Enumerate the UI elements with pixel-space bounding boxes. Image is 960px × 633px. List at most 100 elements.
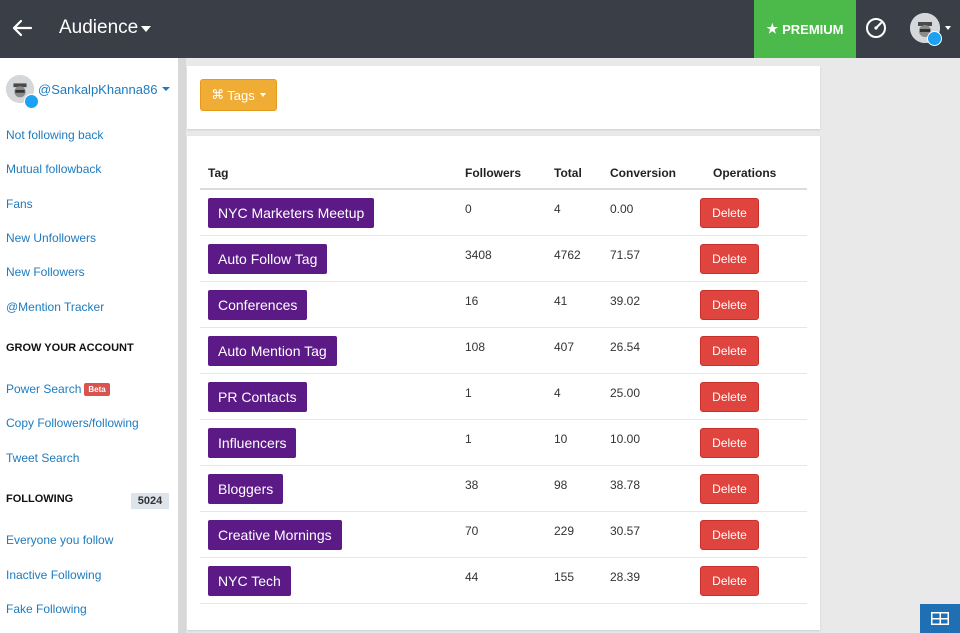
- delete-button[interactable]: Delete: [700, 198, 759, 228]
- back-arrow-icon[interactable]: [10, 14, 34, 42]
- conversion-cell: 0.00: [610, 202, 634, 216]
- tag-chip[interactable]: Auto Mention Tag: [208, 336, 337, 366]
- total-cell: 41: [554, 294, 568, 308]
- sidebar-item-inactive-following[interactable]: Inactive Following: [6, 568, 101, 582]
- tags-dropdown-button[interactable]: ⌘ Tags: [200, 79, 277, 111]
- followers-cell: 70: [465, 524, 479, 538]
- total-cell: 98: [554, 478, 568, 492]
- following-heading: FOLLOWING: [6, 493, 74, 505]
- conversion-cell: 39.02: [610, 294, 641, 308]
- tag-chip[interactable]: Influencers: [208, 428, 297, 458]
- delete-button[interactable]: Delete: [700, 382, 759, 412]
- account-switcher[interactable]: @SankalpKhanna86: [6, 72, 171, 109]
- followers-cell: 1: [465, 432, 472, 446]
- chevron-down-icon[interactable]: [162, 87, 171, 91]
- delete-button[interactable]: Delete: [700, 566, 759, 596]
- tag-chip[interactable]: Bloggers: [208, 474, 284, 504]
- tag-chip[interactable]: NYC Tech: [208, 566, 291, 596]
- tag-chip[interactable]: Auto Follow Tag: [208, 244, 328, 274]
- sidebar-scrollbar[interactable]: [178, 58, 186, 633]
- account-avatar[interactable]: [910, 13, 942, 46]
- speedometer-icon[interactable]: [864, 16, 888, 40]
- top-bar: Audience ★ PREMIUM: [0, 0, 960, 58]
- total-cell: 10: [554, 432, 568, 446]
- grow-account-heading: GROW YOUR ACCOUNT: [6, 342, 134, 354]
- column-header-followers: Followers: [465, 166, 522, 180]
- tag-chip[interactable]: NYC Marketers Meetup: [208, 198, 375, 228]
- total-cell: 4762: [554, 248, 581, 262]
- column-header-total: Total: [554, 166, 582, 180]
- chevron-down-icon[interactable]: [141, 26, 151, 32]
- conversion-cell: 30.57: [610, 524, 641, 538]
- delete-button[interactable]: Delete: [700, 520, 759, 550]
- star-icon: ★: [766, 21, 779, 36]
- tag-chip[interactable]: Conferences: [208, 290, 308, 320]
- tags-table: Tag Followers Total Conversion Operation…: [187, 136, 820, 630]
- table-row: Creative Mornings 70 229 30.57 Delete: [200, 512, 807, 558]
- tag-chip[interactable]: Creative Mornings: [208, 520, 342, 550]
- sidebar-item-everyone-you-follow[interactable]: Everyone you follow: [6, 533, 113, 547]
- twitter-icon: [24, 94, 39, 109]
- sidebar-item-label: Power Search: [6, 382, 82, 396]
- column-header-tag: Tag: [208, 166, 229, 180]
- sidebar-item-tweet-search[interactable]: Tweet Search: [6, 451, 79, 465]
- followers-cell: 1: [465, 386, 472, 400]
- followers-cell: 3408: [465, 248, 492, 262]
- sidebar-item-fans[interactable]: Fans: [6, 197, 33, 211]
- sidebar-item-fake-following[interactable]: Fake Following: [6, 602, 87, 616]
- delete-button[interactable]: Delete: [700, 428, 759, 458]
- layout-toggle-button[interactable]: [920, 604, 960, 633]
- beta-badge: Beta: [84, 383, 110, 396]
- conversion-cell: 26.54: [610, 340, 641, 354]
- table-row: Auto Follow Tag 3408 4762 71.57 Delete: [200, 236, 807, 282]
- conversion-cell: 28.39: [610, 570, 641, 584]
- table-row: PR Contacts 1 4 25.00 Delete: [200, 374, 807, 420]
- chevron-down-icon: [259, 93, 266, 97]
- sidebar-item-mutual-followback[interactable]: Mutual followback: [6, 162, 101, 176]
- table-row: Influencers 1 10 10.00 Delete: [200, 420, 807, 466]
- total-cell: 4: [554, 202, 561, 216]
- conversion-cell: 71.57: [610, 248, 641, 262]
- avatar: [6, 75, 39, 109]
- table-row: Bloggers 38 98 38.78 Delete: [200, 466, 807, 512]
- table-row: Conferences 16 41 39.02 Delete: [200, 282, 807, 328]
- conversion-cell: 38.78: [610, 478, 641, 492]
- following-count-badge: 5024: [131, 493, 169, 509]
- table-row: NYC Tech 44 155 28.39 Delete: [200, 558, 807, 604]
- column-header-conversion: Conversion: [610, 166, 677, 180]
- sidebar: @SankalpKhanna86 Not following back Mutu…: [0, 58, 178, 633]
- page-title[interactable]: Audience: [59, 17, 138, 39]
- sidebar-item-power-search[interactable]: Power Search Beta: [6, 382, 110, 396]
- tags-toolbar-card: ⌘ Tags: [187, 66, 820, 129]
- followers-cell: 108: [465, 340, 486, 354]
- followers-cell: 0: [465, 202, 472, 216]
- followers-cell: 16: [465, 294, 479, 308]
- total-cell: 4: [554, 386, 561, 400]
- table-row: NYC Marketers Meetup 0 4 0.00 Delete: [200, 190, 807, 236]
- sidebar-item-copy-followers[interactable]: Copy Followers/following: [6, 416, 139, 430]
- total-cell: 407: [554, 340, 575, 354]
- sidebar-item-not-following-back[interactable]: Not following back: [6, 128, 103, 142]
- twitter-icon: [927, 31, 942, 46]
- sidebar-item-mention-tracker[interactable]: @Mention Tracker: [6, 300, 104, 314]
- grid-layout-icon: [931, 612, 949, 625]
- followers-cell: 44: [465, 570, 479, 584]
- delete-button[interactable]: Delete: [700, 336, 759, 366]
- column-header-operations: Operations: [713, 166, 777, 180]
- total-cell: 229: [554, 524, 575, 538]
- tags-button-label: Tags: [227, 87, 255, 103]
- premium-label: PREMIUM: [782, 21, 844, 37]
- sidebar-item-new-followers[interactable]: New Followers: [6, 265, 85, 279]
- conversion-cell: 25.00: [610, 386, 641, 400]
- account-chevron-down-icon[interactable]: [945, 26, 951, 30]
- username[interactable]: @SankalpKhanna86: [38, 82, 157, 97]
- delete-button[interactable]: Delete: [700, 290, 759, 320]
- delete-button[interactable]: Delete: [700, 474, 759, 504]
- tag-chip[interactable]: PR Contacts: [208, 382, 307, 412]
- command-icon: ⌘: [211, 87, 225, 102]
- total-cell: 155: [554, 570, 575, 584]
- followers-cell: 38: [465, 478, 479, 492]
- sidebar-item-new-unfollowers[interactable]: New Unfollowers: [6, 231, 96, 245]
- delete-button[interactable]: Delete: [700, 244, 759, 274]
- premium-button[interactable]: ★ PREMIUM: [754, 0, 856, 58]
